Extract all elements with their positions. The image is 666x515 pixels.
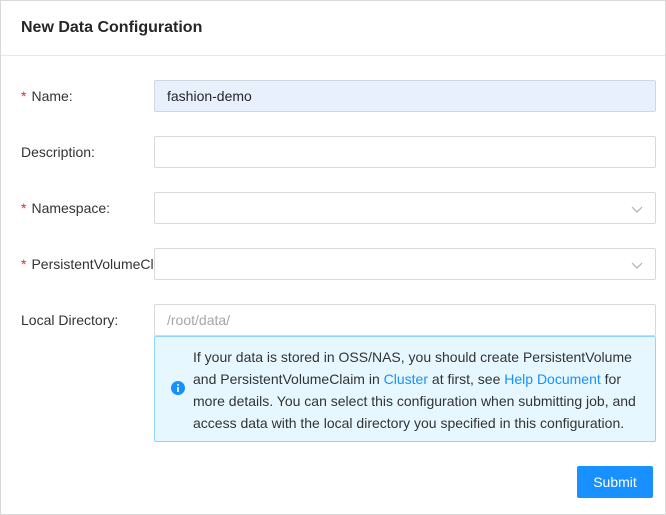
name-label-text: Name: (31, 88, 73, 104)
pvc-label-text: PersistentVolumeClaim: (31, 256, 154, 272)
description-input[interactable] (154, 136, 656, 168)
required-mark: * (21, 256, 27, 272)
form-row-name: * Name: (1, 80, 665, 112)
form-row-pvc: *PersistentVolumeClaim: (1, 248, 665, 280)
description-label: Description: (21, 136, 154, 168)
namespace-label: * Namespace: (21, 192, 154, 224)
info-alert: If your data is stored in OSS/NAS, you s… (154, 336, 656, 442)
submit-button[interactable]: Submit (577, 466, 653, 498)
card-header: New Data Configuration (1, 1, 665, 56)
form-row-namespace: * Namespace: (1, 192, 665, 224)
name-input[interactable] (154, 80, 656, 112)
namespace-select[interactable] (154, 192, 656, 224)
pvc-label: *PersistentVolumeClaim: (21, 248, 154, 280)
help-document-link[interactable]: Help Document (504, 371, 601, 387)
namespace-label-text: Namespace: (31, 200, 111, 216)
local-directory-label-text: Local Directory: (21, 312, 119, 328)
new-data-configuration-card: New Data Configuration *Name: Descriptio… (0, 0, 666, 515)
required-mark: * (21, 200, 27, 216)
form-row-local-directory: Local Directory: (1, 304, 665, 336)
local-directory-input[interactable] (154, 304, 656, 336)
chevron-down-icon (631, 262, 643, 269)
cluster-link[interactable]: Cluster (384, 371, 428, 387)
alert-message: If your data is stored in OSS/NAS, you s… (193, 346, 643, 434)
local-directory-label: Local Directory: (21, 304, 154, 336)
pvc-select[interactable] (154, 248, 656, 280)
required-mark: * (21, 88, 27, 104)
form-row-description: Description: (1, 136, 665, 168)
chevron-down-icon (631, 206, 643, 213)
info-icon (171, 381, 185, 395)
description-label-text: Description: (21, 144, 95, 160)
name-label: * Name: (21, 80, 154, 112)
page-title: New Data Configuration (21, 19, 203, 36)
alert-text-part: at first, see (428, 371, 505, 387)
